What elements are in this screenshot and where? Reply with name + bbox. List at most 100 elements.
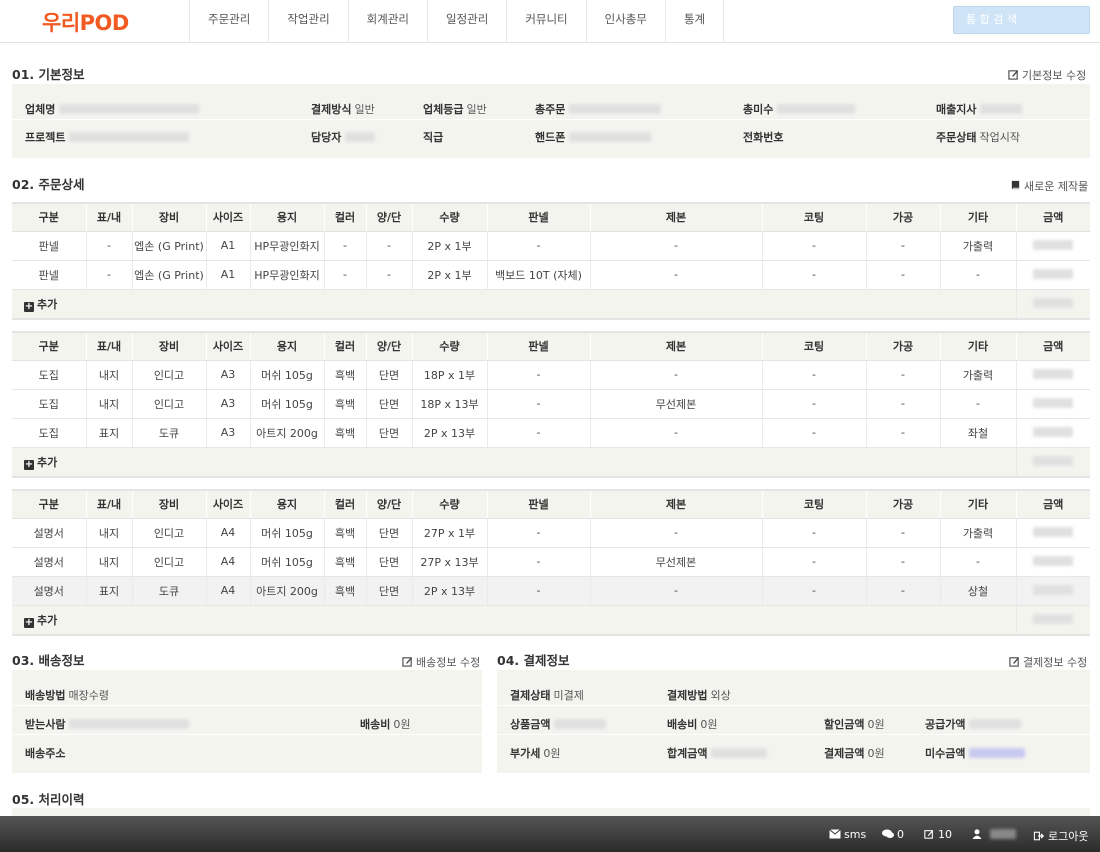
- cell-coating: -: [762, 360, 867, 390]
- group-total-amount: [1016, 447, 1090, 478]
- order-status-field: 주문상태 작업시작: [936, 131, 1020, 144]
- column-header-coating: 코팅: [762, 332, 867, 361]
- nav-order-management[interactable]: 주문관리: [189, 0, 268, 43]
- cell-paper: HP무광인화지: [250, 231, 325, 261]
- edit-shipping-button[interactable]: 배송정보 수정: [402, 654, 480, 670]
- basic-info-panel: 업체명 결제방식 일반 업체등급 일반 총주문 총미수 매출지사 프로젝트 담당자 …: [12, 84, 1090, 158]
- cell-equipment: 엡손 (G Print): [132, 260, 207, 290]
- cell-equipment: 인디고: [132, 389, 207, 419]
- cell-paper: 아트지 200g: [250, 576, 325, 606]
- cell-panel: -: [487, 231, 591, 261]
- nav-schedule[interactable]: 일정관리: [426, 0, 506, 43]
- cell-cover-inner: 표지: [86, 576, 133, 606]
- column-header-quantity: 수량: [412, 490, 488, 519]
- column-header-sides: 양/단: [366, 203, 413, 232]
- logout-button[interactable]: 로그아웃: [1033, 828, 1088, 844]
- cell-quantity: 27P x 1부: [412, 518, 488, 548]
- nav-statistics[interactable]: 통계: [664, 0, 725, 43]
- cell-sides: -: [366, 231, 413, 261]
- cell-equipment: 엡손 (G Print): [132, 231, 207, 261]
- cell-panel: -: [487, 518, 591, 548]
- mobile-field: 핸드폰: [535, 129, 652, 145]
- edit-icon: [402, 657, 413, 667]
- column-header-cover-inner: 표/내: [86, 490, 133, 519]
- cell-amount: [1016, 518, 1090, 548]
- unpaid-amount-field: 미수금액: [925, 745, 1026, 761]
- cell-quantity: 27P x 13부: [412, 547, 488, 577]
- total-order-field: 총주문: [535, 101, 662, 117]
- user-menu[interactable]: [971, 828, 1016, 841]
- basic-info-title: 01. 기본정보: [12, 67, 85, 82]
- nav-accounting[interactable]: 회계관리: [347, 0, 427, 43]
- cell-binding: 무선제본: [590, 547, 763, 577]
- cell-size: A4: [206, 576, 251, 606]
- notes-button[interactable]: 10: [923, 828, 952, 841]
- new-product-button[interactable]: 새로운 제작물: [1010, 178, 1088, 194]
- history-panel: [12, 808, 1090, 816]
- edit-basic-info-button[interactable]: 기본정보 수정: [1008, 67, 1086, 83]
- edit-shipping-label: 배송정보 수정: [416, 656, 481, 669]
- cell-coating: -: [762, 260, 867, 290]
- cell-type: 판넬: [12, 260, 87, 290]
- cell-color: 흑백: [324, 389, 367, 419]
- cell-color: 흑백: [324, 418, 367, 448]
- integrated-search-input[interactable]: 통 합 검 색: [953, 6, 1090, 34]
- cell-equipment: 도큐: [132, 576, 207, 606]
- cell-paper: 머쉬 105g: [250, 518, 325, 548]
- nav-work-management[interactable]: 작업관리: [268, 0, 347, 43]
- order-detail-title: 02. 주문상세: [12, 177, 85, 192]
- order-detail-table: 구분 표/내 장비 사이즈 용지 컬러 양/단 수량 판넬 제본 코팅 가공 기타 금액 판넬 - 엡손 (G …: [12, 202, 1090, 320]
- nav-community[interactable]: 커뮤니티: [506, 0, 585, 43]
- edit-payment-button[interactable]: 결제정보 수정: [1009, 654, 1087, 670]
- column-header-processing: 가공: [866, 490, 941, 519]
- notes-count: 10: [938, 828, 952, 841]
- edit-payment-label: 결제정보 수정: [1023, 656, 1088, 669]
- cell-type: 도집: [12, 418, 87, 448]
- add-row-cell: + 추가: [12, 605, 1017, 636]
- cell-type: 판넬: [12, 231, 87, 261]
- cell-type: 도집: [12, 360, 87, 390]
- table-row[interactable]: 판넬 - 엡손 (G Print) A1 HP무광인화지 - -2P x 1부 - - - - 가출력: [12, 231, 1090, 261]
- table-row[interactable]: 설명서 내지 인디고 A4 머쉬 105g 흑백 단면 27P x 13부 - 무선제본 - - -: [12, 547, 1090, 577]
- cell-etc: 가출력: [940, 518, 1017, 548]
- messages-button[interactable]: 0: [882, 828, 904, 841]
- cell-sides: 단면: [366, 360, 413, 390]
- column-header-processing: 가공: [866, 203, 941, 232]
- sales-branch-field: 매출지사: [936, 101, 1023, 117]
- table-row[interactable]: 설명서 표지 도큐 A4 아트지 200g 흑백 단면 2P x 13부 - - - - 상철: [12, 576, 1090, 606]
- table-row[interactable]: 도집 표지 도큐 A3 아트지 200g 흑백 단면 2P x 13부 - - - - 좌철: [12, 418, 1090, 448]
- table-row[interactable]: 도집 내지 인디고 A3 머쉬 105g 흑백 단면 18P x 1부 - - - - 가출력: [12, 360, 1090, 390]
- top-navigation-bar: 우리POD 주문관리 작업관리 회계관리 일정관리 커뮤니티 인사총무 통계 통…: [0, 0, 1100, 43]
- add-item-button[interactable]: + 추가: [24, 612, 57, 628]
- column-header-type: 구분: [12, 490, 87, 519]
- receiver-field: 받는사람: [25, 716, 190, 732]
- cell-amount: [1016, 547, 1090, 577]
- cell-binding: -: [590, 360, 763, 390]
- cell-coating: -: [762, 547, 867, 577]
- edit-icon: [1009, 657, 1020, 667]
- table-row[interactable]: 도집 내지 인디고 A3 머쉬 105g 흑백 단면 18P x 13부 - 무선제본 - - -: [12, 389, 1090, 419]
- column-header-type: 구분: [12, 332, 87, 361]
- cell-quantity: 2P x 13부: [412, 418, 488, 448]
- column-header-etc: 기타: [940, 203, 1017, 232]
- cell-binding: 무선제본: [590, 389, 763, 419]
- cell-etc: 좌철: [940, 418, 1017, 448]
- column-header-color: 컬러: [324, 490, 367, 519]
- messages-count: 0: [897, 828, 904, 841]
- app-logo[interactable]: 우리POD: [42, 7, 129, 37]
- payment-type-field: 결제방식 일반: [311, 103, 375, 116]
- column-header-sides: 양/단: [366, 490, 413, 519]
- cell-size: A3: [206, 418, 251, 448]
- column-header-size: 사이즈: [206, 203, 251, 232]
- cell-color: 흑백: [324, 547, 367, 577]
- cell-processing: -: [866, 260, 941, 290]
- table-row[interactable]: 설명서 내지 인디고 A4 머쉬 105g 흑백 단면 27P x 1부 - - - - 가출력: [12, 518, 1090, 548]
- nav-hr[interactable]: 인사총무: [585, 0, 665, 43]
- add-item-button[interactable]: + 추가: [24, 296, 57, 312]
- cell-sides: 단면: [366, 547, 413, 577]
- sms-button[interactable]: sms: [829, 828, 866, 841]
- add-item-button[interactable]: + 추가: [24, 454, 57, 470]
- cell-processing: -: [866, 231, 941, 261]
- cell-panel: -: [487, 547, 591, 577]
- table-row[interactable]: 판넬 - 엡손 (G Print) A1 HP무광인화지 - -2P x 1부 백보드 10T…: [12, 260, 1090, 290]
